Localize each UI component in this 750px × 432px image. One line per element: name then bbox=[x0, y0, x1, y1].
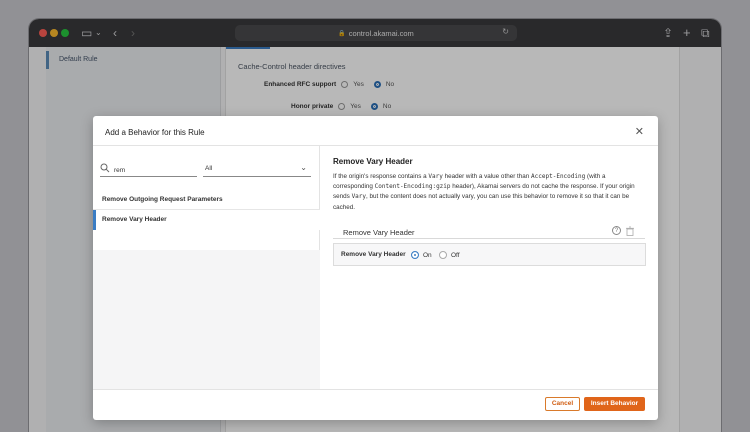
radio-off-control[interactable] bbox=[439, 251, 447, 259]
radio-on-label: On bbox=[423, 251, 432, 259]
dialog-title: Add a Behavior for this Rule bbox=[105, 128, 205, 137]
list-empty-area bbox=[93, 250, 320, 389]
dialog-header: Add a Behavior for this Rule ✕ bbox=[93, 116, 658, 146]
search-input[interactable] bbox=[114, 164, 194, 176]
behavior-title: Remove Vary Header bbox=[333, 157, 413, 166]
help-icon[interactable]: ? bbox=[612, 226, 621, 235]
radio-on-control[interactable] bbox=[411, 251, 419, 259]
close-icon[interactable]: ✕ bbox=[635, 125, 644, 138]
behavior-list-panel: All ⌄ Remove Outgoing Request Parameters… bbox=[93, 146, 320, 389]
search-field[interactable] bbox=[100, 163, 197, 177]
chevron-down-icon: ⌄ bbox=[300, 163, 307, 172]
add-behavior-dialog: Add a Behavior for this Rule ✕ All ⌄ Rem… bbox=[93, 116, 658, 420]
cancel-button[interactable]: Cancel bbox=[545, 397, 580, 411]
insert-behavior-button[interactable]: Insert Behavior bbox=[584, 397, 645, 411]
behavior-detail-panel: Remove Vary Header If the origin's respo… bbox=[321, 146, 658, 389]
subsection-title: Remove Vary Header bbox=[343, 228, 415, 237]
dialog-footer: Cancel Insert Behavior bbox=[93, 389, 658, 420]
list-item-selected[interactable]: Remove Vary Header bbox=[93, 210, 320, 230]
search-icon bbox=[100, 163, 110, 173]
remove-vary-option: Remove Vary Header On Off bbox=[333, 243, 646, 266]
radio-off-label: Off bbox=[451, 251, 460, 259]
behavior-subsection-header: Remove Vary Header ? bbox=[333, 224, 645, 239]
category-select[interactable]: All ⌄ bbox=[203, 163, 311, 177]
trash-icon[interactable] bbox=[625, 226, 635, 236]
behavior-description: If the origin's response contains a Vary… bbox=[333, 173, 635, 211]
radio-on[interactable]: On bbox=[411, 251, 432, 259]
list-item[interactable]: Remove Outgoing Request Parameters bbox=[93, 190, 320, 210]
option-label: Remove Vary Header bbox=[341, 251, 406, 258]
category-select-value: All bbox=[205, 165, 213, 172]
radio-off[interactable]: Off bbox=[439, 251, 460, 259]
